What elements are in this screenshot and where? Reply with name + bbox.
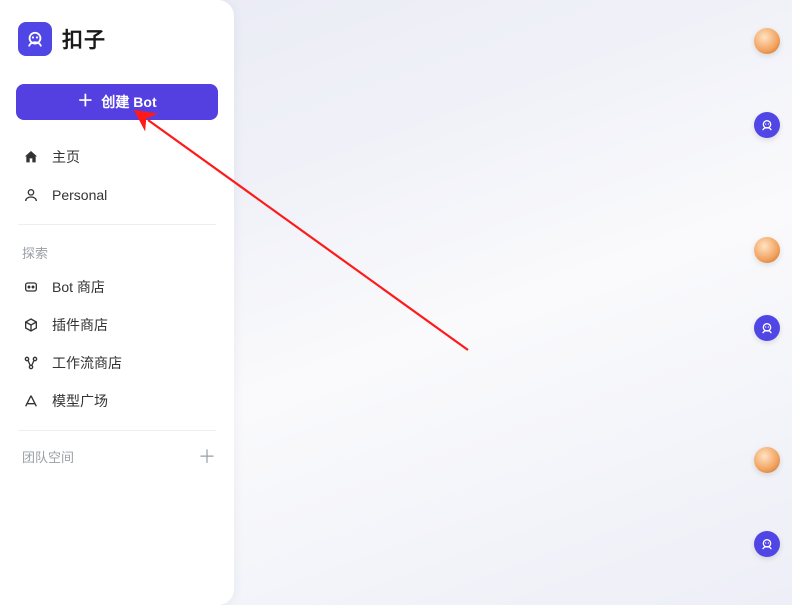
bot-button-3[interactable]: [754, 531, 780, 557]
sidebar: 扣子 ＋ 创建 Bot 主页 Personal 探索 Bot 商店: [0, 0, 234, 605]
nav-workflow-store[interactable]: 工作流商店: [8, 344, 226, 382]
explore-section-title: 探索: [0, 225, 234, 268]
nav-primary: 主页 Personal: [0, 128, 234, 214]
team-space-title: 团队空间: [22, 447, 74, 466]
brand-title: 扣子: [62, 24, 106, 54]
avatar-button-2[interactable]: [754, 237, 780, 263]
nav-explore: Bot 商店 插件商店 工作流商店 模型广场: [0, 268, 234, 420]
floating-buttons: [750, 0, 784, 605]
home-icon: [22, 148, 40, 166]
nav-plugin-store[interactable]: 插件商店: [8, 306, 226, 344]
create-bot-button[interactable]: ＋ 创建 Bot: [16, 84, 218, 120]
nav-model-square[interactable]: 模型广场: [8, 382, 226, 420]
nav-bot-store[interactable]: Bot 商店: [8, 268, 226, 306]
create-bot-label: 创建 Bot: [101, 92, 156, 112]
avatar-button-3[interactable]: [754, 447, 780, 473]
bot-button-1[interactable]: [754, 112, 780, 138]
avatar-button-1[interactable]: [754, 28, 780, 54]
nav-personal-label: Personal: [52, 187, 107, 203]
nav-plugin-store-label: 插件商店: [52, 315, 108, 335]
bot-icon: [22, 278, 40, 296]
plus-icon: ＋: [77, 94, 93, 110]
nav-personal[interactable]: Personal: [8, 176, 226, 214]
nav-model-square-label: 模型广场: [52, 391, 108, 411]
nav-bot-store-label: Bot 商店: [52, 277, 105, 297]
package-icon: [22, 316, 40, 334]
nav-home-label: 主页: [52, 147, 80, 167]
user-icon: [22, 186, 40, 204]
create-button-container: ＋ 创建 Bot: [0, 66, 234, 128]
main-area: [234, 0, 792, 605]
add-team-button[interactable]: ＋: [198, 448, 216, 466]
brand-logo-icon: [18, 22, 52, 56]
model-icon: [22, 392, 40, 410]
nav-home[interactable]: 主页: [8, 138, 226, 176]
bot-button-2[interactable]: [754, 315, 780, 341]
team-space-section: 团队空间 ＋: [0, 431, 234, 472]
nav-workflow-store-label: 工作流商店: [52, 353, 122, 373]
workflow-icon: [22, 354, 40, 372]
brand: 扣子: [0, 0, 234, 66]
